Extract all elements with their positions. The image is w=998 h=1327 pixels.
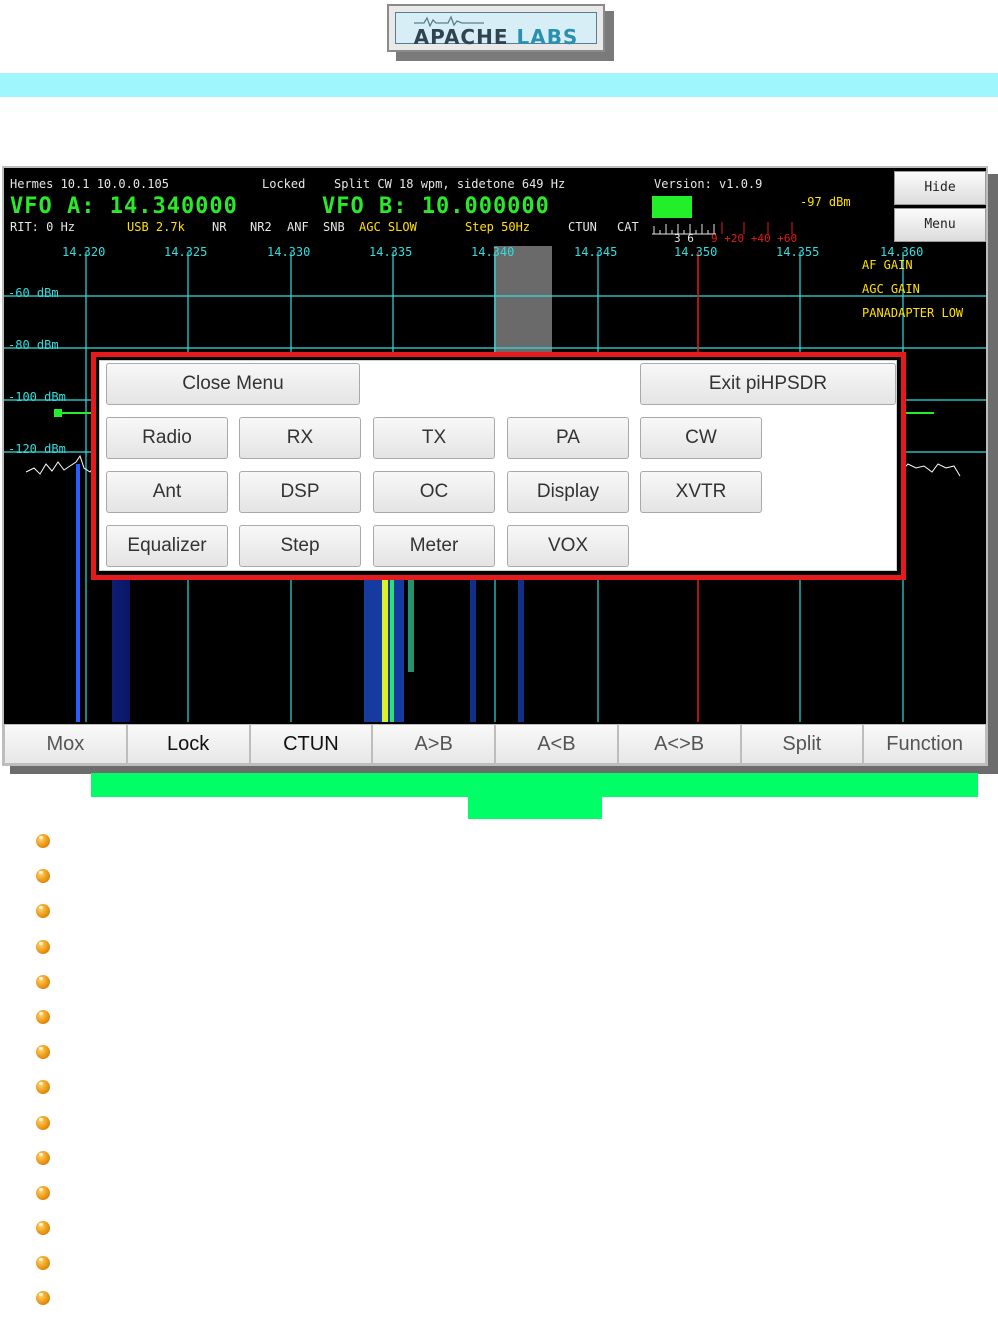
vfo-b-display[interactable]: VFO B: 10.000000: [322, 194, 550, 219]
lock-status: Locked: [262, 177, 306, 191]
highlight-tab: [468, 797, 602, 819]
bullet-icon: [36, 974, 52, 991]
bullet-icon: [36, 1080, 52, 1096]
freq-label-0: 14.320: [62, 245, 106, 259]
mode-info: Split CW 18 wpm, sidetone 649 Hz: [334, 177, 566, 191]
bullet-icon: [36, 939, 52, 956]
panadapter-low-label[interactable]: PANADAPTER LOW: [862, 306, 963, 320]
function-button[interactable]: Function: [863, 724, 986, 764]
bullet-icon: [36, 904, 52, 920]
menu-dsp-button[interactable]: DSP: [239, 471, 361, 513]
freq-label-7: 14.355: [776, 245, 820, 259]
split-button[interactable]: Split: [740, 724, 864, 764]
bullet-icon: [36, 1150, 52, 1167]
step-label: Step 50Hz: [465, 220, 531, 234]
nr-label: NR: [212, 220, 227, 234]
dbm-label-2: -100 dBm: [8, 390, 66, 404]
ctun-label: CTUN: [568, 220, 597, 234]
menu-xvtr-button[interactable]: XVTR: [640, 471, 762, 513]
dbm-label-1: -80 dBm: [8, 338, 59, 352]
freq-label-4: 14.340: [471, 245, 515, 259]
version-label: Version: v1.0.9: [654, 177, 763, 191]
logo-text-apache: APACHE: [413, 25, 509, 49]
cat-label: CAT: [617, 220, 639, 234]
bullet-icon: [36, 1185, 52, 1202]
nr2-label: NR2: [250, 220, 272, 234]
menu-oc-button[interactable]: OC: [373, 471, 495, 513]
signal-meter-bar: [652, 196, 692, 218]
bullet-icon: [36, 1045, 52, 1061]
bullet-icon: [36, 834, 52, 850]
bullet-list: [36, 834, 52, 1327]
agc-label: AGC SLOW: [359, 220, 417, 234]
bullet-icon: [36, 869, 52, 885]
menu-display-button[interactable]: Display: [507, 471, 629, 513]
exit-pihpsdr-button[interactable]: Exit piHPSDR: [640, 363, 896, 405]
mox-button[interactable]: Mox: [4, 724, 127, 764]
b-to-a-button[interactable]: A<B: [495, 724, 618, 764]
dbm-label-0: -60 dBm: [8, 286, 59, 300]
ctun-button[interactable]: CTUN: [249, 724, 373, 764]
freq-label-5: 14.345: [574, 245, 618, 259]
anf-label: ANF: [287, 220, 309, 234]
vfo-a-display[interactable]: VFO A: 14.340000: [10, 194, 238, 219]
panadapter[interactable]: 14.320 14.325 14.330 14.335 14.340 14.34…: [4, 242, 986, 722]
main-menu-dialog: Close Menu Exit piHPSDR Radio RX TX PA C…: [91, 352, 906, 580]
swap-ab-button[interactable]: A<>B: [617, 724, 741, 764]
signal-dbm: -97 dBm: [800, 195, 851, 209]
bullet-icon: [36, 1009, 52, 1026]
freq-label-2: 14.330: [267, 245, 311, 259]
menu-panel: Close Menu Exit piHPSDR Radio RX TX PA C…: [99, 360, 897, 571]
menu-button[interactable]: Menu: [894, 208, 986, 242]
section-divider-bar: [0, 73, 998, 97]
mode-bandwidth: USB 2.7k: [127, 220, 185, 234]
menu-pa-button[interactable]: PA: [507, 417, 629, 459]
freq-label-8: 14.360: [880, 245, 924, 259]
dbm-label-3: -120 dBm: [8, 442, 66, 456]
menu-cw-button[interactable]: CW: [640, 417, 762, 459]
af-gain-label[interactable]: AF GAIN: [862, 258, 913, 272]
bullet-icon: [36, 1291, 52, 1307]
bullet-icon: [36, 1221, 52, 1237]
menu-equalizer-button[interactable]: Equalizer: [106, 525, 228, 567]
menu-rx-button[interactable]: RX: [239, 417, 361, 459]
function-toolbar: Mox Lock CTUN A>B A<B A<>B Split Functio…: [4, 724, 986, 764]
menu-ant-button[interactable]: Ant: [106, 471, 228, 513]
rit-label: RIT: 0 Hz: [10, 220, 76, 234]
freq-label-1: 14.325: [164, 245, 208, 259]
menu-radio-button[interactable]: Radio: [106, 417, 228, 459]
hide-button[interactable]: Hide: [894, 171, 986, 205]
snb-label: SNB: [323, 220, 345, 234]
lock-button[interactable]: Lock: [126, 724, 250, 764]
a-to-b-button[interactable]: A>B: [372, 724, 495, 764]
logo-text-labs: LABS: [516, 25, 579, 49]
freq-label-3: 14.335: [369, 245, 413, 259]
apache-labs-logo: APACHE LABS: [387, 4, 605, 52]
agc-gain-label[interactable]: AGC GAIN: [862, 282, 920, 296]
freq-label-6: 14.350: [674, 245, 718, 259]
pihpsdr-window: Hermes 10.1 10.0.0.105 Locked Split CW 1…: [2, 166, 988, 766]
menu-vox-button[interactable]: VOX: [507, 525, 629, 567]
menu-meter-button[interactable]: Meter: [373, 525, 495, 567]
menu-step-button[interactable]: Step: [239, 525, 361, 567]
menu-tx-button[interactable]: TX: [373, 417, 495, 459]
bullet-icon: [36, 1115, 52, 1132]
close-menu-button[interactable]: Close Menu: [106, 363, 360, 405]
highlight-bar: [91, 773, 978, 797]
bullet-icon: [36, 1256, 52, 1272]
device-info: Hermes 10.1 10.0.0.105: [10, 177, 169, 191]
